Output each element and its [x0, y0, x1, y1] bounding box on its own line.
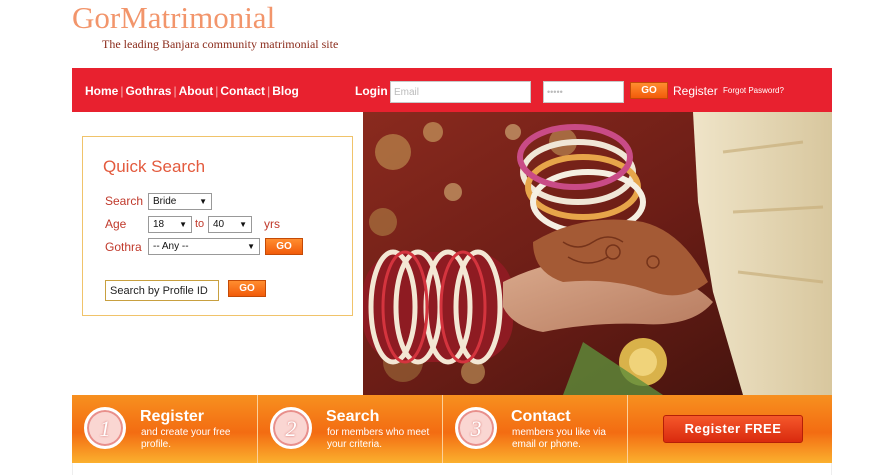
profile-id-go-button[interactable]: GO — [228, 280, 266, 297]
step-number: 2 — [285, 416, 297, 441]
login-label: Login — [355, 84, 388, 98]
nav-link-gothras[interactable]: Gothras — [125, 84, 171, 98]
chevron-down-icon: ▼ — [239, 220, 247, 229]
quick-search-go-button[interactable]: GO — [265, 238, 303, 255]
nav-link-home[interactable]: Home — [85, 84, 118, 98]
login-go-button[interactable]: GO — [630, 82, 668, 99]
login-email-input[interactable] — [390, 81, 531, 103]
step-divider — [627, 395, 628, 463]
gothra-label: Gothra — [105, 240, 142, 254]
age-to-select[interactable]: 40 ▼ — [208, 216, 252, 233]
site-logo[interactable]: GorMatrimonial — [72, 0, 275, 36]
age-to-label: to — [195, 218, 205, 230]
step-search[interactable]: 2 Search for members who meet your crite… — [258, 395, 443, 463]
hero-image — [363, 112, 832, 395]
nav-link-contact[interactable]: Contact — [220, 84, 265, 98]
nav-separator: | — [173, 84, 177, 98]
chevron-down-icon: ▼ — [247, 242, 255, 251]
search-type-value: Bride — [153, 196, 177, 207]
step-number-badge: 1 — [84, 407, 126, 449]
step-register[interactable]: 1 Register and create your free profile. — [72, 395, 257, 463]
quick-search-title: Quick Search — [103, 157, 206, 176]
register-free-button[interactable]: Register FREE — [663, 415, 803, 443]
yrs-label: yrs — [264, 217, 280, 231]
step-number: 3 — [470, 416, 482, 441]
age-from-select[interactable]: 18 ▼ — [148, 216, 192, 233]
step-description: members you like via email or phone. — [512, 427, 606, 450]
register-link[interactable]: Register — [673, 84, 718, 98]
age-from-value: 18 — [153, 219, 165, 230]
quick-search-panel: Quick Search Search Bride ▼ Age 18 ▼ to … — [82, 136, 353, 316]
gothra-value: -- Any -- — [153, 241, 189, 252]
login-password-input[interactable] — [543, 81, 624, 103]
step-title: Search — [326, 408, 380, 425]
gothra-select[interactable]: -- Any -- ▼ — [148, 238, 260, 255]
nav-separator: | — [267, 84, 271, 98]
search-label: Search — [105, 194, 144, 208]
age-to-value: 40 — [213, 219, 225, 230]
step-title: Register — [140, 408, 205, 425]
profile-id-input[interactable] — [105, 280, 219, 301]
step-number-badge: 2 — [270, 407, 312, 449]
step-description: for members who meet your criteria. — [327, 427, 430, 450]
search-type-select[interactable]: Bride ▼ — [148, 193, 212, 210]
nav-separator: | — [215, 84, 219, 98]
forgot-password-link[interactable]: Forgot Pasword? — [723, 86, 784, 95]
nav-separator: | — [120, 84, 124, 98]
top-navbar: Home|Gothras|About|Contact|Blog Login GO… — [72, 68, 832, 112]
step-number-badge: 3 — [455, 407, 497, 449]
chevron-down-icon: ▼ — [179, 220, 187, 229]
steps-banner: 1 Register and create your free profile.… — [72, 395, 832, 463]
nav-link-about[interactable]: About — [179, 84, 214, 98]
age-label: Age — [105, 217, 127, 231]
chevron-down-icon: ▼ — [199, 197, 207, 206]
nav-link-blog[interactable]: Blog — [272, 84, 299, 98]
step-title: Contact — [511, 408, 571, 425]
site-tagline: The leading Banjara community matrimonia… — [102, 37, 339, 51]
step-description: and create your free profile. — [141, 427, 231, 450]
nav-links: Home | Gothras | About | Contact | Blog — [85, 84, 299, 98]
content-area — [72, 463, 832, 475]
step-contact[interactable]: 3 Contact members you like via email or … — [443, 395, 628, 463]
wedding-hands-image — [363, 112, 832, 395]
step-number: 1 — [99, 416, 111, 441]
